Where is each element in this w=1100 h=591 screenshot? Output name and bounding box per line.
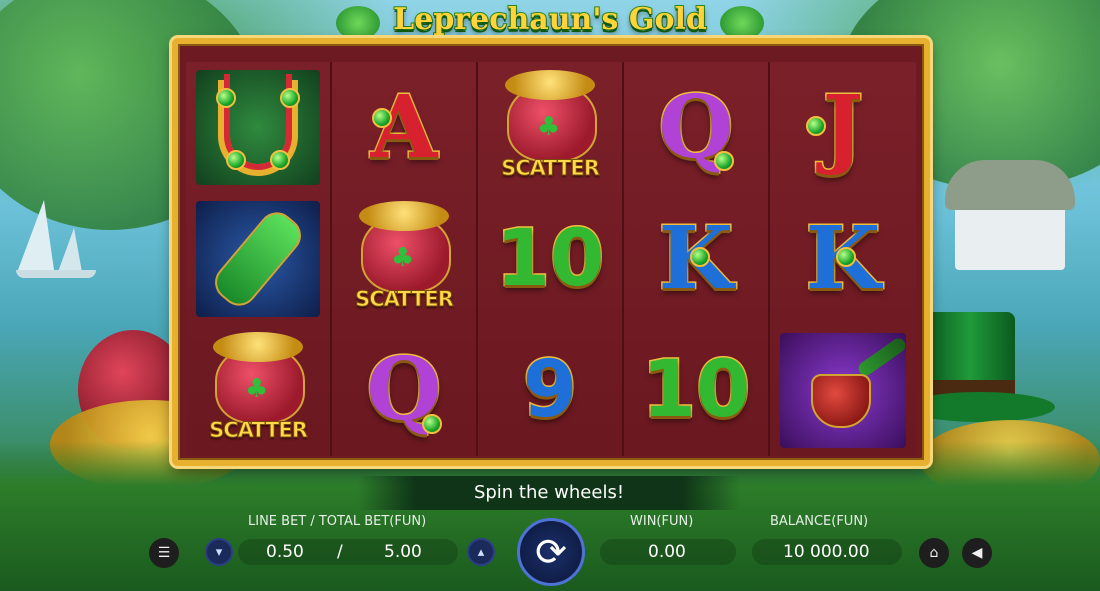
home-button[interactable]: ⌂ <box>919 538 949 568</box>
reel-1-cell-3: ♣ SCATTER <box>186 325 330 456</box>
horseshoe-icon <box>216 73 300 176</box>
reel-5-cell-1: J <box>770 62 916 193</box>
reel-2-cell-3: Q <box>332 325 476 456</box>
reel-2-cell-2: ♣ SCATTER <box>332 193 476 324</box>
line-bet-value: 0.50 <box>266 542 304 562</box>
increase-bet-button[interactable]: ▴ <box>467 538 495 566</box>
reel-1-cell-1 <box>186 62 330 193</box>
reel-5-cell-3 <box>770 325 916 456</box>
sailboat <box>18 200 54 270</box>
pipe-icon <box>773 330 913 450</box>
decrease-bet-button[interactable]: ▾ <box>205 538 233 566</box>
bet-separator: / <box>337 542 343 562</box>
speaker-icon: ◀ <box>971 545 983 561</box>
gem-icon <box>422 413 442 434</box>
chevron-up-icon: ▴ <box>477 544 485 560</box>
game-title-text: Leprechaun's Gold <box>392 1 708 38</box>
gold-coins <box>505 69 595 100</box>
clover-icon: ♣ <box>391 242 415 273</box>
gem-icon <box>806 116 826 136</box>
reel-5-cell-2: K <box>770 193 916 324</box>
reel-4-cell-2: K <box>624 193 768 324</box>
reel-4-cell-3: 10 <box>624 325 768 456</box>
scatter-symbol: ♣ SCATTER <box>485 68 615 188</box>
symbol-number-10: 10 <box>494 213 606 304</box>
scatter-symbol: ♣ SCATTER <box>339 199 469 319</box>
scatter-symbol: ♣ SCATTER <box>193 330 323 450</box>
refresh-arrows-icon: ⟳ <box>535 530 567 574</box>
menu-icon: ☰ <box>157 545 171 561</box>
win-label: WIN(FUN) <box>630 514 694 529</box>
balance-value: 10 000.00 <box>783 542 870 562</box>
reel-3-cell-1: ♣ SCATTER <box>478 62 622 193</box>
sound-button[interactable]: ◀ <box>962 538 992 568</box>
win-value: 0.00 <box>648 542 686 562</box>
reel-3-cell-2: 10 <box>478 193 622 324</box>
clover-icon <box>336 6 380 40</box>
sailboat-hull <box>16 270 96 278</box>
balance-label: BALANCE(FUN) <box>770 514 869 529</box>
gold-coins <box>359 200 449 231</box>
symbol-number-10: 10 <box>640 345 752 436</box>
reel-1-cell-2 <box>186 193 330 324</box>
symbol-number-9: 9 <box>521 345 578 436</box>
reel-1: ♣ SCATTER <box>186 62 332 456</box>
reel-3: ♣ SCATTER 10 9 <box>478 62 624 456</box>
scatter-label: SCATTER <box>209 418 309 443</box>
scatter-label: SCATTER <box>501 155 601 180</box>
bet-label: LINE BET / TOTAL BET(FUN) <box>248 514 427 529</box>
game-title: Leprechaun's Gold <box>336 1 764 42</box>
status-message-bar: Spin the wheels! <box>358 476 740 510</box>
spin-button[interactable]: ⟳ <box>517 518 585 586</box>
reels: ♣ SCATTER A ♣ SCATTER Q ♣ SCATTER 10 9 Q… <box>186 62 916 456</box>
reel-2-cell-1: A <box>332 62 476 193</box>
home-icon: ⌂ <box>929 545 939 561</box>
sailboat-sail <box>58 228 82 272</box>
reel-3-cell-3: 9 <box>478 325 622 456</box>
clover-icon: ♣ <box>537 111 561 142</box>
reel-4: Q K 10 <box>624 62 770 456</box>
total-bet-value: 5.00 <box>384 542 422 562</box>
status-message: Spin the wheels! <box>473 482 625 503</box>
scatter-label: SCATTER <box>355 286 455 311</box>
symbol-letter-j: J <box>821 76 865 178</box>
clover-icon <box>720 6 764 40</box>
cottage <box>945 160 1075 270</box>
menu-button[interactable]: ☰ <box>149 538 179 568</box>
clover-icon: ♣ <box>245 374 269 405</box>
reel-2: A ♣ SCATTER Q <box>332 62 478 456</box>
reel-5: J K <box>770 62 916 456</box>
reel-4-cell-1: Q <box>624 62 768 193</box>
gem-icon <box>372 108 392 128</box>
chevron-down-icon: ▾ <box>215 544 223 560</box>
